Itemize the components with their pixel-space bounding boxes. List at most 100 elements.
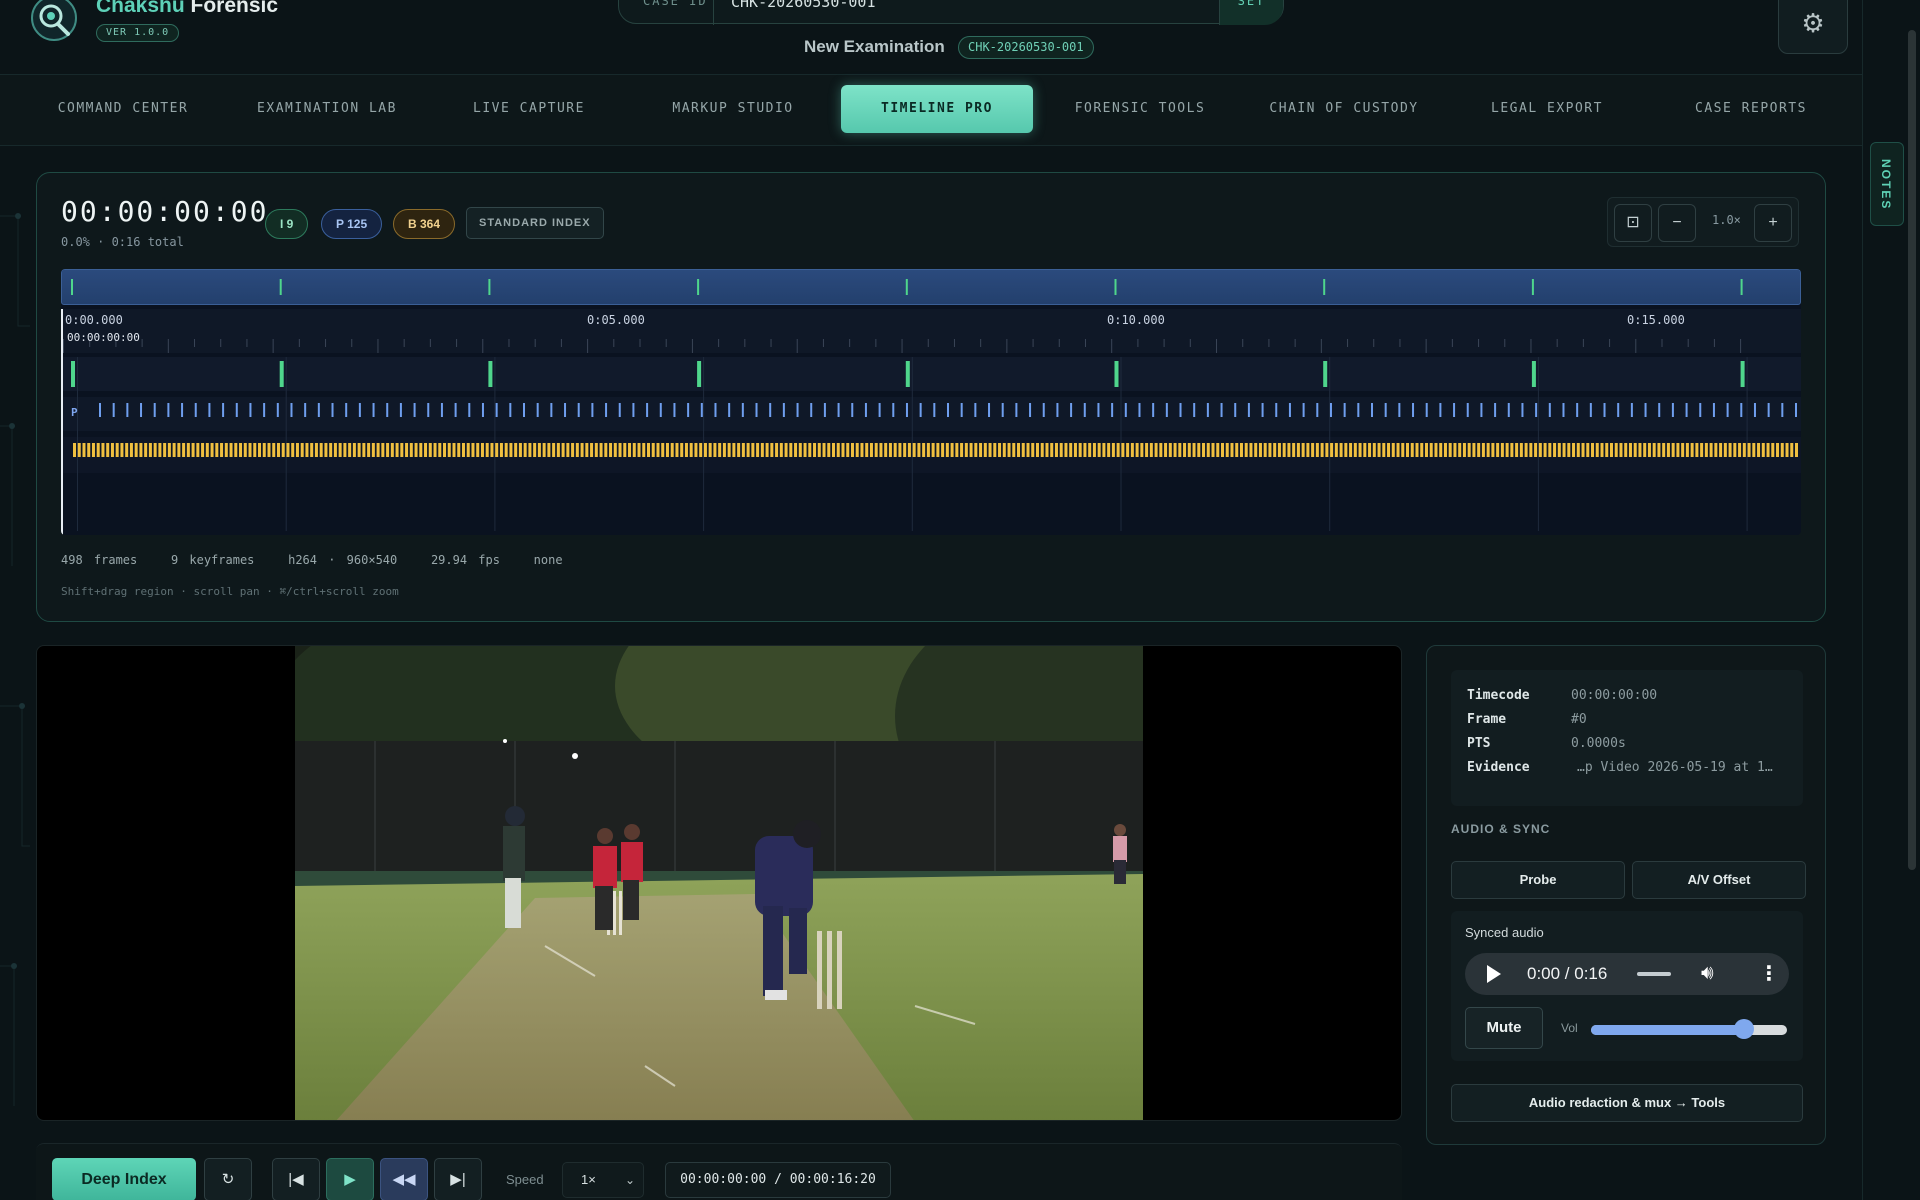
tab-chain-of-custody[interactable]: CHAIN OF CUSTODY bbox=[1260, 85, 1428, 133]
deep-index-button[interactable]: Deep Index bbox=[52, 1158, 196, 1200]
tab-case-reports[interactable]: CASE REPORTS bbox=[1668, 85, 1834, 133]
i-frame-count-badge[interactable]: I 9 bbox=[265, 209, 309, 239]
b-frame-mark bbox=[599, 443, 603, 457]
b-frame-mark bbox=[1396, 443, 1400, 457]
timecode-display: 00:00:00:00 bbox=[61, 195, 269, 228]
p-frame-mark bbox=[687, 403, 690, 417]
b-frame-mark bbox=[196, 443, 200, 457]
b-frame-mark bbox=[120, 443, 124, 457]
playhead[interactable] bbox=[61, 309, 63, 535]
volume-slider-handle[interactable] bbox=[1733, 1019, 1754, 1039]
tab-legal-export[interactable]: LEGAL EXPORT bbox=[1464, 85, 1630, 133]
audio-progress-bar[interactable] bbox=[1637, 972, 1671, 976]
speed-select[interactable]: 1× ⌄ bbox=[562, 1162, 644, 1198]
tab-timeline-pro[interactable]: TIMELINE PRO bbox=[841, 85, 1033, 133]
p-frame-mark bbox=[577, 403, 580, 417]
b-frame-mark bbox=[1647, 443, 1651, 457]
b-frame-mark bbox=[1064, 443, 1068, 457]
b-frame-mark bbox=[926, 443, 930, 457]
b-frame-mark bbox=[675, 443, 679, 457]
b-frame-mark bbox=[922, 443, 926, 457]
frame-timeline[interactable]: 0:00.000 0:05.000 0:10.000 0:15.000 00:0… bbox=[61, 269, 1801, 535]
b-frame-mark bbox=[1211, 443, 1215, 457]
b-frame-mark bbox=[547, 443, 551, 457]
ruler-tick bbox=[770, 339, 772, 347]
ruler-tick bbox=[534, 339, 536, 347]
b-frame-mark bbox=[1714, 443, 1718, 457]
b-frame-mark bbox=[1553, 443, 1557, 457]
mute-button[interactable]: Mute bbox=[1465, 1007, 1543, 1049]
p-frame-mark bbox=[1179, 403, 1182, 417]
b-frame-mark bbox=[708, 443, 712, 457]
case-id-divider bbox=[713, 0, 714, 25]
b-frame-mark bbox=[1728, 443, 1732, 457]
zoom-in-button[interactable]: + bbox=[1754, 204, 1792, 242]
b-frame-mark bbox=[632, 443, 636, 457]
b-frame-mark bbox=[248, 443, 252, 457]
av-offset-button[interactable]: A/V Offset bbox=[1632, 861, 1806, 899]
b-frame-mark bbox=[974, 443, 978, 457]
b-frame-mark bbox=[499, 443, 503, 457]
b-frame-mark bbox=[609, 443, 613, 457]
skip-last-icon: ▶| bbox=[450, 1171, 466, 1188]
zoom-fit-button[interactable]: ⊡ bbox=[1614, 204, 1652, 242]
settings-button[interactable]: ⚙ bbox=[1778, 0, 1848, 54]
more-options-icon[interactable]: ⋮ bbox=[1759, 961, 1779, 986]
b-frame-mark bbox=[509, 443, 513, 457]
last-frame-button[interactable]: ▶| bbox=[434, 1158, 482, 1200]
b-frame-mark bbox=[1391, 443, 1395, 457]
volume-slider[interactable] bbox=[1591, 1019, 1787, 1039]
ruler-tick bbox=[1635, 339, 1637, 353]
b-frame-mark bbox=[1358, 443, 1362, 457]
b-frame-mark bbox=[941, 443, 945, 457]
audio-redaction-button[interactable]: Audio redaction & mux → Tools bbox=[1451, 1084, 1803, 1122]
b-frame-count-badge[interactable]: B 364 bbox=[393, 209, 456, 239]
p-frame-mark bbox=[1343, 403, 1346, 417]
speaker-icon[interactable]: 🔊︎ bbox=[1701, 962, 1714, 985]
audio-play-icon[interactable] bbox=[1487, 965, 1501, 983]
b-frame-mark bbox=[1277, 443, 1281, 457]
p-frame-mark bbox=[878, 403, 881, 417]
index-mode-button[interactable]: STANDARD INDEX bbox=[466, 207, 604, 239]
b-frame-mark bbox=[1591, 443, 1595, 457]
first-frame-button[interactable]: |◀ bbox=[272, 1158, 320, 1200]
tab-forensic-tools[interactable]: FORENSIC TOOLS bbox=[1057, 85, 1223, 133]
refresh-button[interactable]: ↻ bbox=[204, 1158, 252, 1200]
b-frame-mark bbox=[1017, 443, 1021, 457]
p-track-label: P bbox=[71, 406, 78, 419]
tab-live-capture[interactable]: LIVE CAPTURE bbox=[446, 85, 612, 133]
b-frame-mark bbox=[1344, 443, 1348, 457]
b-frame-mark bbox=[1538, 443, 1542, 457]
b-frame-mark bbox=[1073, 443, 1077, 457]
ruler-label-3: 0:15.000 bbox=[1627, 313, 1685, 327]
b-frame-mark bbox=[433, 443, 437, 457]
tab-command-center[interactable]: COMMAND CENTER bbox=[40, 85, 206, 133]
zoom-out-button[interactable]: − bbox=[1658, 204, 1696, 242]
ruler-tick bbox=[246, 339, 248, 347]
b-frame-mark bbox=[220, 443, 224, 457]
p-frame-mark bbox=[919, 403, 922, 417]
case-id-input[interactable]: CHK-20260530-001 bbox=[731, 0, 876, 13]
b-frame-mark bbox=[893, 443, 897, 457]
tab-markup-studio[interactable]: MARKUP STUDIO bbox=[650, 85, 816, 133]
b-frame-mark bbox=[722, 443, 726, 457]
play-button[interactable]: ▶ bbox=[326, 1158, 374, 1200]
case-id-set-button[interactable]: SET bbox=[1219, 0, 1283, 25]
b-frame-mark bbox=[718, 443, 722, 457]
tab-examination-lab[interactable]: EXAMINATION LAB bbox=[244, 85, 410, 133]
video-viewer[interactable] bbox=[36, 645, 1402, 1121]
page-scrollbar[interactable] bbox=[1908, 30, 1916, 870]
b-frame-mark bbox=[77, 443, 81, 457]
b-frame-mark bbox=[1031, 443, 1035, 457]
probe-button[interactable]: Probe bbox=[1451, 861, 1625, 899]
p-frame-mark bbox=[222, 403, 225, 417]
p-frame-mark bbox=[194, 403, 197, 417]
ruler-tick bbox=[718, 339, 720, 347]
b-frame-mark bbox=[428, 443, 432, 457]
notes-drawer-tab[interactable]: NOTES bbox=[1870, 142, 1904, 226]
i-frame-mark bbox=[279, 361, 284, 387]
b-frame-mark bbox=[1325, 443, 1329, 457]
p-frame-count-badge[interactable]: P 125 bbox=[321, 209, 383, 239]
p-frame-mark bbox=[1507, 403, 1510, 417]
rewind-button[interactable]: ◀◀ bbox=[380, 1158, 428, 1200]
